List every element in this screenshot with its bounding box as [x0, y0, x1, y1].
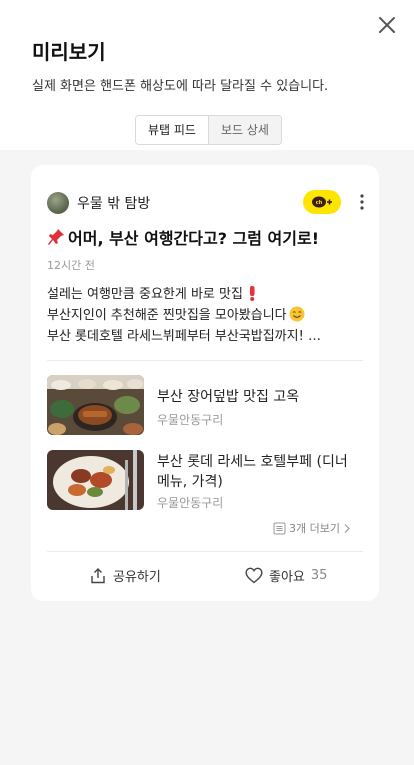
exclamation-emoji-icon	[249, 286, 255, 301]
share-icon	[91, 567, 105, 583]
divider	[47, 360, 363, 361]
share-label: 공유하기	[113, 570, 161, 585]
tab-board-detail[interactable]: 보드 상세	[207, 116, 281, 144]
avatar[interactable]	[47, 192, 69, 214]
body-line-3: 부산 롯데호텔 라세느뷔페부터 부산국밥집까지! …	[47, 329, 321, 344]
post-card: 우물 밖 탐방 ch 어머, 부산 여행간다고? 그럼 여기로! 12시간 전 …	[31, 165, 379, 601]
pushpin-icon	[48, 229, 64, 245]
thumbnail-image	[47, 450, 144, 510]
like-label: 좋아요	[269, 570, 305, 585]
post-title: 어머, 부산 여행간다고? 그럼 여기로!	[68, 229, 320, 248]
see-more-label: 3개 더보기	[289, 522, 340, 535]
like-count: 35	[310, 568, 328, 583]
body-line-1: 설레는 여행만큼 중요한게 바로 맛집	[47, 287, 243, 302]
share-button[interactable]: 공유하기	[89, 566, 161, 585]
post-timestamp: 12시간 전	[47, 259, 95, 272]
item-title: 부산 롯데 라세느 호텔부페 (디너 메뉴, 가격)	[157, 454, 348, 490]
item-source: 우물안동구리	[157, 413, 224, 427]
page-subtitle: 실제 화면은 핸드폰 해상도에 따라 달라질 수 있습니다.	[32, 79, 329, 94]
like-button[interactable]: 좋아요 35	[245, 566, 327, 585]
item-source: 우물안동구리	[157, 496, 224, 510]
close-icon[interactable]	[374, 12, 400, 38]
page-title: 미리보기	[32, 40, 106, 64]
see-more-link[interactable]: 3개 더보기	[273, 520, 351, 536]
tab-view-feed[interactable]: 뷰탭 피드	[136, 116, 208, 144]
kakao-channel-badge[interactable]: ch	[303, 190, 341, 214]
item-title: 부산 장어덮밥 맛집 고옥	[157, 389, 300, 405]
chevron-right-icon	[344, 523, 350, 533]
heart-icon	[245, 567, 263, 584]
view-mode-tabs: 뷰탭 피드 보드 상세	[135, 115, 282, 145]
author-name[interactable]: 우물 밖 탐방	[77, 193, 150, 213]
more-options-icon[interactable]	[353, 192, 371, 212]
list-item[interactable]: 부산 장어덮밥 맛집 고옥 우물안동구리	[47, 375, 363, 435]
smile-emoji-icon	[289, 306, 305, 322]
svg-text:ch: ch	[316, 200, 323, 206]
kakao-talk-plus-icon: ch	[312, 196, 332, 208]
thumbnail-image	[47, 375, 144, 435]
divider	[47, 551, 363, 552]
list-icon	[273, 522, 286, 534]
post-body[interactable]: 설레는 여행만큼 중요한게 바로 맛집 부산지인이 추천해준 찐맛집을 모아봤습…	[47, 284, 367, 347]
post-title-row[interactable]: 어머, 부산 여행간다고? 그럼 여기로!	[47, 225, 319, 249]
list-item[interactable]: 부산 롯데 라세느 호텔부페 (디너 메뉴, 가격) 우물안동구리	[47, 450, 363, 510]
body-line-2: 부산지인이 추천해준 찐맛집을 모아봤습니다	[47, 308, 287, 323]
